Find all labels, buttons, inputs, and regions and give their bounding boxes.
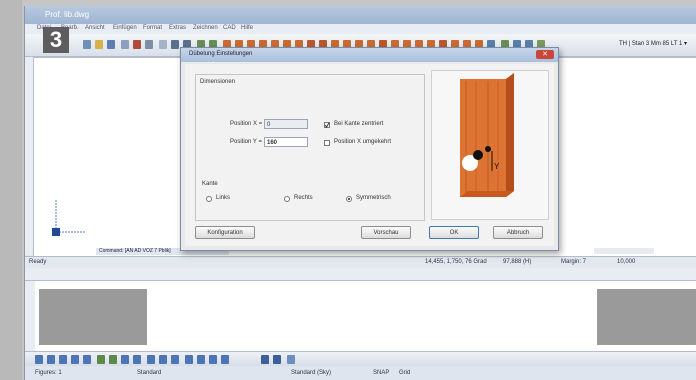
bottom-status-bar: Figures: 1 Standard Standard (Sky) SNAP … [25, 366, 696, 380]
open-icon[interactable] [95, 40, 103, 49]
edge-checkbox[interactable] [324, 122, 330, 128]
status-grid[interactable]: Grid [399, 370, 410, 376]
paste-icon[interactable] [159, 40, 167, 49]
check-icon [324, 122, 330, 128]
menu-item[interactable]: Zeichnen [193, 25, 218, 31]
left-band [0, 0, 22, 380]
tool-icon[interactable] [159, 355, 167, 364]
dowel-preview: Y [431, 70, 549, 220]
radio-right[interactable] [284, 196, 290, 202]
step-badge: 3 [43, 27, 69, 53]
pos-y-label: Position Y = [230, 139, 262, 145]
menu-item[interactable]: CAD [223, 25, 236, 31]
preview-tile [39, 289, 147, 345]
opposite-checkbox[interactable] [324, 140, 330, 146]
status-margin: Margin: 7 [561, 259, 587, 265]
status-sky: Standard (Sky) [291, 370, 332, 376]
dialog-body: Dimensionen Position X = 0 Position Y = … [185, 64, 554, 246]
menu-item[interactable]: Ansicht [85, 25, 105, 31]
status-figures: Figures: 1 [35, 370, 62, 376]
preview-axis-label: Y [494, 162, 500, 171]
ucs-axis-icon [52, 200, 86, 236]
preview-button[interactable]: Vorschau [361, 226, 411, 239]
menu-bar: Datei Bearb. Ansicht Einfügen Format Ext… [25, 24, 696, 34]
pos-x-label: Position X = [230, 121, 263, 127]
status-coordinates: 14,455, 1,750, 76 Grad [425, 259, 487, 265]
layout-tabs[interactable] [594, 248, 654, 254]
dimension-group: Dimensionen Position X = 0 Position Y = … [195, 74, 425, 221]
copy-icon[interactable] [145, 40, 153, 49]
cut-icon[interactable] [133, 40, 141, 49]
configure-button[interactable]: Konfiguration [195, 226, 255, 239]
menu-item[interactable]: Format [143, 25, 162, 31]
save-icon[interactable] [107, 40, 115, 49]
tool-icon[interactable] [121, 355, 129, 364]
status-snap[interactable]: SNAP [373, 370, 389, 376]
radio-right-label: Rechts [294, 195, 313, 201]
edge-checkbox-label: Bei Kante zentriert [334, 121, 384, 127]
dialog-title-bar: Dübelung Einstellungen ✕ [181, 48, 558, 62]
group-label: Dimensionen [200, 79, 236, 85]
status-distance: 97,888 (H) [503, 259, 532, 265]
tool-icon[interactable] [97, 355, 105, 364]
wood-panel-illustration: Y [460, 73, 514, 197]
tool-icon[interactable] [83, 355, 91, 364]
pos-x-input[interactable]: 0 [264, 119, 308, 129]
new-icon[interactable] [83, 40, 91, 49]
lower-panel [25, 281, 696, 351]
tool-icon[interactable] [71, 355, 79, 364]
opposite-checkbox-label: Position X umgekehrt [334, 139, 392, 145]
radio-left[interactable] [206, 196, 212, 202]
tool-icon[interactable] [273, 355, 281, 364]
tool-icon[interactable] [133, 355, 141, 364]
status-bar: Ready 14,455, 1,750, 76 Grad 97,888 (H) … [25, 256, 696, 268]
tool-icon[interactable] [287, 355, 295, 364]
tool-icon[interactable] [185, 355, 193, 364]
tool-icon[interactable] [221, 355, 229, 364]
ok-button[interactable]: OK [429, 226, 479, 239]
bottom-toolbar [25, 351, 696, 366]
cancel-button[interactable]: Abbruch [493, 226, 543, 239]
tool-icon[interactable] [261, 355, 269, 364]
window-title: Prof. lib.dwg [45, 10, 90, 19]
radio-center-label: Symmetrisch [356, 195, 391, 201]
status-style: Standard [137, 370, 162, 376]
tool-icon[interactable] [35, 355, 43, 364]
radio-dot [348, 198, 350, 200]
tool-icon[interactable] [59, 355, 67, 364]
pos-y-input[interactable]: 160 [264, 137, 308, 147]
status-zoom: 10,000 [617, 259, 636, 265]
menu-item[interactable]: Einfügen [113, 25, 137, 31]
radio-center[interactable] [346, 196, 352, 202]
lower-ruler [25, 281, 35, 351]
close-icon[interactable]: ✕ [536, 50, 554, 59]
tool-icon[interactable] [171, 355, 179, 364]
tool-icon[interactable] [109, 355, 117, 364]
menu-item[interactable]: Hilfe [241, 25, 253, 31]
title-bar: Prof. lib.dwg [25, 6, 696, 24]
anchor-label: Kante [202, 181, 218, 187]
print-icon[interactable] [121, 40, 129, 49]
preview-tile [597, 289, 696, 345]
status-ready: Ready [29, 259, 47, 265]
tool-icon[interactable] [47, 355, 55, 364]
secondary-status-bar [25, 268, 696, 281]
tool-icon[interactable] [209, 355, 217, 364]
doweling-dialog: Dübelung Einstellungen ✕ Dimensionen Pos… [180, 47, 559, 251]
radio-left-label: Links [216, 195, 231, 201]
tool-icon[interactable] [197, 355, 205, 364]
layer-selector[interactable]: TH | Stan 3 Mm 85 LT 1 ▾ [619, 40, 687, 47]
undo-icon[interactable] [171, 40, 179, 49]
dialog-title: Dübelung Einstellungen [189, 51, 253, 57]
menu-item[interactable]: Extras [169, 25, 186, 31]
tool-icon[interactable] [147, 355, 155, 364]
